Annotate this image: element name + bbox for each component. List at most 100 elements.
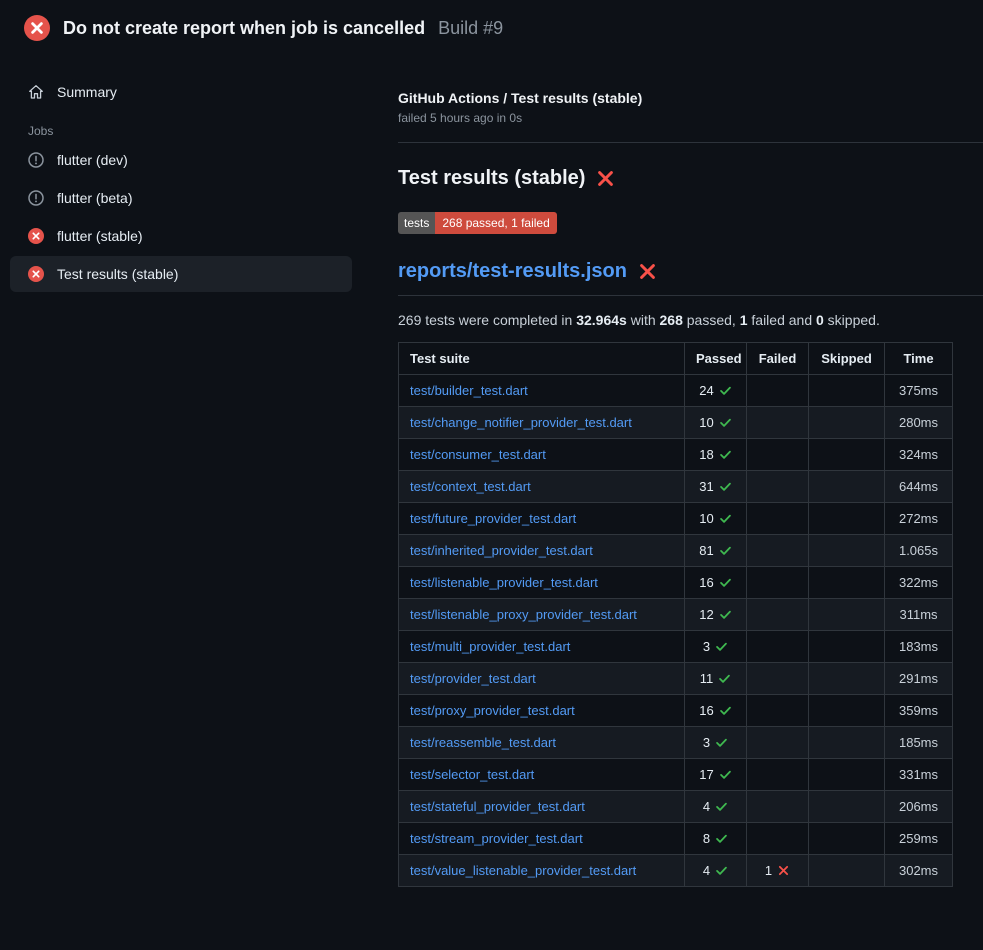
sidebar-item-flutter-stable[interactable]: flutter (stable): [10, 218, 352, 254]
failed-cell: [747, 695, 809, 727]
col-header-failed: Failed: [747, 343, 809, 375]
passed-count: 12: [699, 607, 713, 622]
table-row: test/stateful_provider_test.dart 4 206ms: [399, 791, 953, 823]
suite-cell: test/selector_test.dart: [399, 759, 685, 791]
skipped-cell: [809, 535, 885, 567]
skipped-cell: [809, 567, 885, 599]
report-link[interactable]: reports/test-results.json: [398, 260, 627, 283]
test-suite-link[interactable]: test/stream_provider_test.dart: [410, 831, 583, 846]
suite-cell: test/builder_test.dart: [399, 375, 685, 407]
check-icon: [718, 672, 731, 685]
test-suite-link[interactable]: test/listenable_proxy_provider_test.dart: [410, 607, 637, 622]
col-header-passed: Passed: [685, 343, 747, 375]
passed-cell: 11: [685, 663, 747, 695]
failed-cell: [747, 503, 809, 535]
test-suite-link[interactable]: test/selector_test.dart: [410, 767, 534, 782]
skipped-cell: [809, 631, 885, 663]
suite-cell: test/proxy_provider_test.dart: [399, 695, 685, 727]
passed-cell: 4: [685, 855, 747, 887]
divider: [398, 142, 983, 143]
table-row: test/listenable_proxy_provider_test.dart…: [399, 599, 953, 631]
failed-cell: [747, 791, 809, 823]
sidebar-item-test-results-stable[interactable]: Test results (stable): [10, 256, 352, 292]
passed-cell: 8: [685, 823, 747, 855]
results-table: Test suite Passed Failed Skipped Time te…: [398, 342, 953, 887]
summary-text: with: [627, 312, 660, 328]
failed-cell: [747, 471, 809, 503]
check-icon: [719, 768, 732, 781]
passed-count: 11: [700, 671, 714, 686]
passed-cell: 16: [685, 567, 747, 599]
skipped-cell: [809, 503, 885, 535]
table-row: test/provider_test.dart11291ms: [399, 663, 953, 695]
check-icon: [719, 480, 732, 493]
failed-cell: [747, 727, 809, 759]
time-cell: 375ms: [885, 375, 953, 407]
summary-failed-count: 1: [740, 312, 748, 328]
col-header-skipped: Skipped: [809, 343, 885, 375]
table-row: test/context_test.dart31644ms: [399, 471, 953, 503]
passed-count: 17: [699, 767, 713, 782]
table-row: test/inherited_provider_test.dart811.065…: [399, 535, 953, 567]
time-cell: 280ms: [885, 407, 953, 439]
test-suite-link[interactable]: test/stateful_provider_test.dart: [410, 799, 585, 814]
summary-passed-count: 268: [660, 312, 683, 328]
sidebar-job-label: flutter (dev): [57, 152, 128, 168]
x-circle-icon: [28, 228, 44, 244]
stop-icon: [28, 190, 44, 206]
time-cell: 359ms: [885, 695, 953, 727]
test-suite-link[interactable]: test/future_provider_test.dart: [410, 511, 576, 526]
passed-count: 4: [703, 799, 710, 814]
test-suite-link[interactable]: test/value_listenable_provider_test.dart: [410, 863, 636, 878]
passed-cell: 10: [685, 407, 747, 439]
summary-text: failed and: [748, 312, 817, 328]
time-cell: 324ms: [885, 439, 953, 471]
skipped-cell: [809, 599, 885, 631]
passed-cell: 18: [685, 439, 747, 471]
test-suite-link[interactable]: test/multi_provider_test.dart: [410, 639, 570, 654]
test-suite-link[interactable]: test/provider_test.dart: [410, 671, 536, 686]
sidebar-item-flutter-dev[interactable]: flutter (dev): [10, 142, 352, 178]
failed-cell: 1: [747, 855, 809, 887]
test-suite-link[interactable]: test/listenable_provider_test.dart: [410, 575, 598, 590]
skipped-cell: [809, 663, 885, 695]
passed-cell: 4: [685, 791, 747, 823]
skipped-cell: [809, 439, 885, 471]
sidebar-item-flutter-beta[interactable]: flutter (beta): [10, 180, 352, 216]
test-suite-link[interactable]: test/builder_test.dart: [410, 383, 528, 398]
test-suite-link[interactable]: test/consumer_test.dart: [410, 447, 546, 462]
summary-text: 269 tests were completed in: [398, 312, 576, 328]
time-cell: 322ms: [885, 567, 953, 599]
time-cell: 206ms: [885, 791, 953, 823]
passed-count: 16: [699, 703, 713, 718]
home-icon: [28, 84, 44, 100]
sidebar-item-summary[interactable]: Summary: [10, 74, 352, 110]
skipped-cell: [809, 855, 885, 887]
col-header-time: Time: [885, 343, 953, 375]
check-icon: [719, 512, 732, 525]
failed-cell: [747, 375, 809, 407]
test-suite-link[interactable]: test/context_test.dart: [410, 479, 531, 494]
table-row: test/change_notifier_provider_test.dart 1…: [399, 407, 953, 439]
time-cell: 331ms: [885, 759, 953, 791]
skipped-cell: [809, 727, 885, 759]
table-row: test/value_listenable_provider_test.dart…: [399, 855, 953, 887]
failed-cell: [747, 759, 809, 791]
sidebar-summary-label: Summary: [57, 84, 117, 100]
passed-count: 16: [699, 575, 713, 590]
passed-count: 10: [699, 415, 713, 430]
test-suite-link[interactable]: test/change_notifier_provider_test.dart: [410, 415, 632, 430]
passed-cell: 12: [685, 599, 747, 631]
time-cell: 185ms: [885, 727, 953, 759]
passed-cell: 31: [685, 471, 747, 503]
suite-cell: test/multi_provider_test.dart: [399, 631, 685, 663]
time-cell: 183ms: [885, 631, 953, 663]
test-suite-link[interactable]: test/proxy_provider_test.dart: [410, 703, 575, 718]
test-suite-link[interactable]: test/reassemble_test.dart: [410, 735, 556, 750]
results-table-body: test/builder_test.dart24375mstest/change…: [399, 375, 953, 887]
passed-count: 81: [699, 543, 713, 558]
stop-icon: [28, 152, 44, 168]
test-suite-link[interactable]: test/inherited_provider_test.dart: [410, 543, 593, 558]
check-icon: [715, 832, 728, 845]
failed-cell: [747, 663, 809, 695]
